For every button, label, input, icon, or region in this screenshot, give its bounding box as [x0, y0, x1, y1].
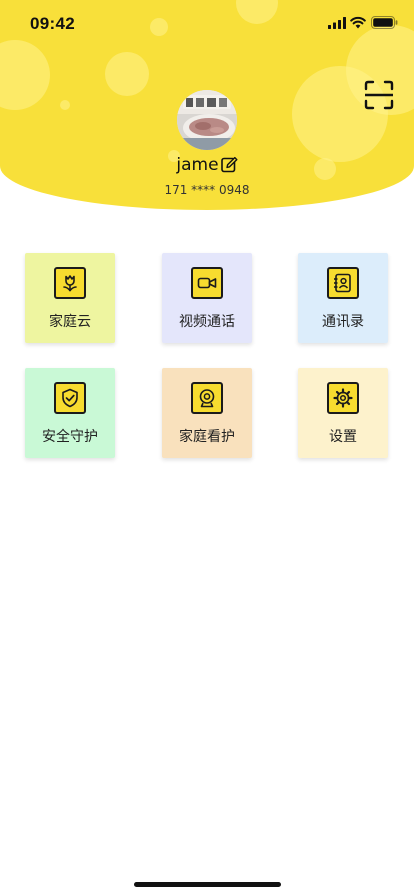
wifi-icon [350, 16, 366, 29]
scan-icon[interactable] [364, 80, 394, 110]
username-row: jame [0, 154, 414, 176]
video-camera-icon [191, 267, 223, 299]
tile-label: 通讯录 [322, 314, 364, 330]
tile-label: 安全守护 [42, 429, 98, 445]
tile-video-call[interactable]: 视频通话 [162, 253, 252, 343]
avatar[interactable] [177, 90, 237, 150]
tile-settings[interactable]: 设置 [298, 368, 388, 458]
username: jame [176, 154, 219, 175]
status-bar: 09:42 [0, 0, 414, 48]
tile-contacts[interactable]: 通讯录 [298, 253, 388, 343]
tile-safety-guard[interactable]: 安全守护 [25, 368, 115, 458]
tile-home-care[interactable]: 家庭看护 [162, 368, 252, 458]
gear-icon [327, 382, 359, 414]
battery-icon [371, 16, 398, 29]
avatar-photo [177, 90, 237, 150]
shield-check-icon [54, 382, 86, 414]
cellular-signal-icon [328, 17, 346, 29]
phone-number: 171 **** 0948 [164, 183, 250, 197]
tile-label: 家庭云 [49, 314, 91, 330]
tile-family-cloud[interactable]: 家庭云 [25, 253, 115, 343]
tile-label: 家庭看护 [179, 429, 235, 445]
edit-icon[interactable] [220, 156, 238, 173]
decor-bubble [105, 52, 149, 96]
tulip-icon [54, 267, 86, 299]
contacts-icon [327, 267, 359, 299]
webcam-icon [191, 382, 223, 414]
tile-label: 视频通话 [179, 314, 235, 330]
tile-label: 设置 [329, 429, 357, 445]
decor-bubble [60, 100, 70, 110]
decor-bubble [0, 40, 50, 110]
home-indicator[interactable] [134, 882, 281, 887]
status-time: 09:42 [30, 14, 75, 33]
